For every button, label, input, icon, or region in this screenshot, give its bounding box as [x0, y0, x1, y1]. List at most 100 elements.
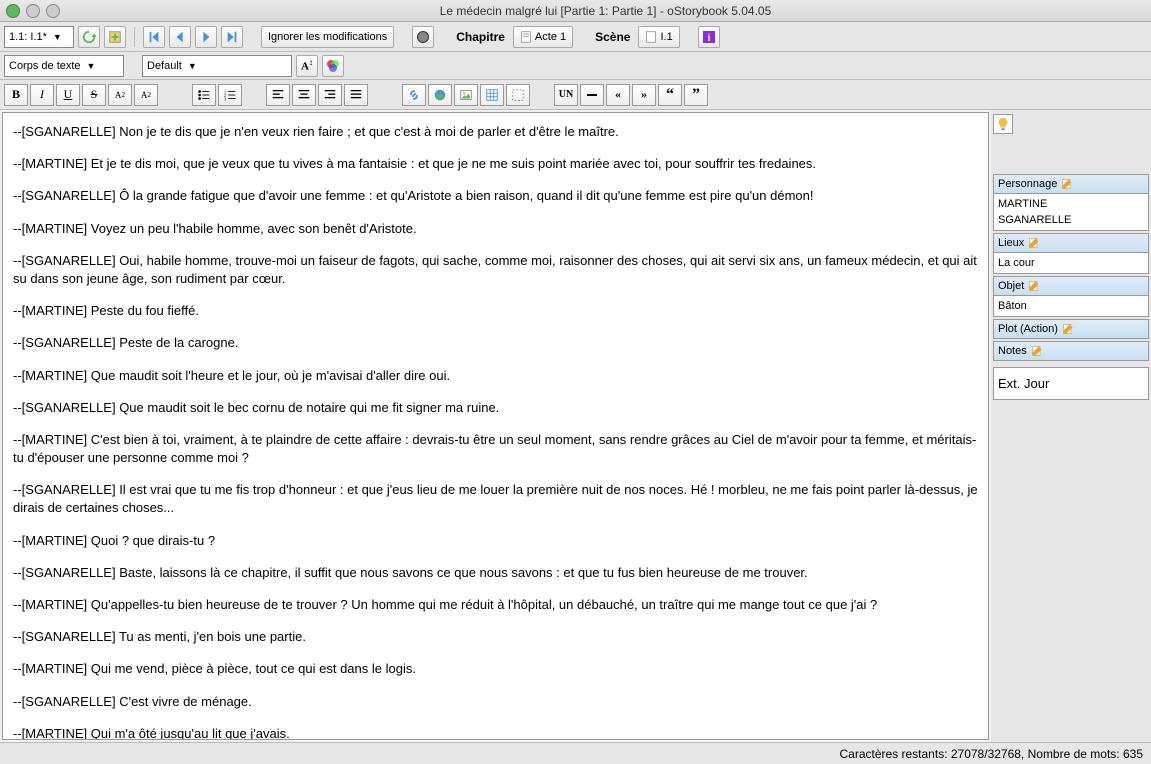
paragraph-style-value: Corps de texte — [9, 60, 81, 72]
lieux-label: Lieux — [998, 237, 1024, 249]
personnage-item[interactable]: MARTINE — [998, 196, 1144, 212]
maximize-window-icon[interactable] — [26, 4, 40, 18]
notes-label: Notes — [998, 345, 1027, 357]
chapter-label: Chapitre — [456, 30, 505, 44]
align-left-button[interactable] — [266, 84, 290, 106]
nav-prev-button[interactable] — [169, 26, 191, 48]
chevron-down-icon: ▼ — [188, 61, 197, 71]
info-button[interactable]: i — [698, 26, 720, 48]
window-title: Le médecin malgré lui [Partie 1: Partie … — [66, 4, 1145, 18]
globe-button[interactable] — [412, 26, 434, 48]
quote-open-double-button[interactable]: « — [606, 84, 630, 106]
text-editor[interactable]: --[SGANARELLE] Non je te dis que je n'en… — [3, 113, 988, 739]
un-button[interactable]: UN — [554, 84, 578, 106]
chevron-down-icon: ▼ — [53, 32, 62, 42]
font-combo[interactable]: Default ▼ — [142, 55, 292, 77]
font-size-button[interactable]: A↕ — [296, 55, 318, 77]
scene-selector[interactable]: 1.1: I.1* ▼ — [4, 26, 74, 48]
sidebar: Personnage MARTINE SGANARELLE Lieux La c… — [991, 110, 1151, 742]
chevron-down-icon: ▼ — [87, 61, 96, 71]
plot-header[interactable]: Plot (Action) — [993, 319, 1149, 339]
editor-line: --[SGANARELLE] Ô la grande fatigue que d… — [13, 187, 978, 205]
svg-text:3: 3 — [224, 96, 227, 101]
strikethrough-button[interactable]: S — [82, 84, 106, 106]
bold-button[interactable]: B — [4, 84, 28, 106]
lieux-body: La cour — [993, 253, 1149, 274]
chapter-value: Acte 1 — [535, 31, 566, 43]
minimize-window-icon[interactable] — [46, 4, 60, 18]
editor-line: --[MARTINE] Que maudit soit l'heure et l… — [13, 367, 978, 385]
scene-selector-value: 1.1: I.1* — [9, 31, 47, 43]
ignore-modifications-button[interactable]: Ignorer les modifications — [261, 26, 394, 48]
nav-next-button[interactable] — [195, 26, 217, 48]
personnage-header[interactable]: Personnage — [993, 174, 1149, 194]
scene-label: Scène — [595, 30, 630, 44]
italic-button[interactable]: I — [30, 84, 54, 106]
link-button[interactable] — [402, 84, 426, 106]
personnage-item[interactable]: SGANARELLE — [998, 212, 1144, 228]
format-toolbar-2: B I U S A2 A2 123 UN « » “ ” — [0, 80, 1151, 110]
objet-label: Objet — [998, 280, 1024, 292]
editor-line: --[MARTINE] Peste du fou fieffé. — [13, 302, 978, 320]
subscript-button[interactable]: A2 — [108, 84, 132, 106]
align-right-button[interactable] — [318, 84, 342, 106]
editor-line: --[SGANARELLE] Que maudit soit le bec co… — [13, 399, 978, 417]
editor-line: --[SGANARELLE] C'est vivre de ménage. — [13, 693, 978, 711]
personnage-body: MARTINE SGANARELLE — [993, 194, 1149, 231]
ext-value: Ext. Jour — [998, 374, 1144, 393]
idea-button[interactable] — [993, 114, 1013, 134]
ext-panel: Ext. Jour — [993, 367, 1149, 400]
titlebar: Le médecin malgré lui [Partie 1: Partie … — [0, 0, 1151, 22]
editor-line: --[MARTINE] C'est bien à toi, vraiment, … — [13, 431, 978, 467]
editor-line: --[SGANARELLE] Tu as menti, j'en bois un… — [13, 628, 978, 646]
ignore-modifications-label: Ignorer les modifications — [268, 31, 387, 43]
align-justify-button[interactable] — [344, 84, 368, 106]
editor-wrap: --[SGANARELLE] Non je te dis que je n'en… — [2, 112, 989, 740]
ordered-list-button[interactable]: 123 — [218, 84, 242, 106]
lieux-header[interactable]: Lieux — [993, 233, 1149, 253]
svg-text:i: i — [707, 33, 710, 44]
status-text: Caractères restants: 27078/32768, Nombre… — [839, 747, 1143, 761]
hr-button[interactable] — [580, 84, 604, 106]
unordered-list-button[interactable] — [192, 84, 216, 106]
editor-line: --[SGANARELLE] Oui, habile homme, trouve… — [13, 252, 978, 288]
add-button[interactable] — [104, 26, 126, 48]
editor-line: --[SGANARELLE] Baste, laissons là ce cha… — [13, 564, 978, 582]
quote-close-button[interactable]: ” — [684, 84, 708, 106]
table-button[interactable] — [480, 84, 504, 106]
editor-line: --[SGANARELLE] Il est vrai que tu me fis… — [13, 481, 978, 517]
font-value: Default — [147, 60, 182, 72]
lieux-item[interactable]: La cour — [998, 255, 1144, 271]
objet-item[interactable]: Bâton — [998, 298, 1144, 314]
quote-close-double-button[interactable]: » — [632, 84, 656, 106]
status-bar: Caractères restants: 27078/32768, Nombre… — [0, 742, 1151, 764]
notes-header[interactable]: Notes — [993, 341, 1149, 361]
superscript-button[interactable]: A2 — [134, 84, 158, 106]
paragraph-style-combo[interactable]: Corps de texte ▼ — [4, 55, 124, 77]
image-globe-button[interactable] — [428, 84, 452, 106]
scene-button[interactable]: I.1 — [638, 26, 679, 48]
align-center-button[interactable] — [292, 84, 316, 106]
format-toolbar-1: Corps de texte ▼ Default ▼ A↕ — [0, 52, 1151, 80]
objet-header[interactable]: Objet — [993, 276, 1149, 296]
underline-button[interactable]: U — [56, 84, 80, 106]
editor-line: --[SGANARELLE] Non je te dis que je n'en… — [13, 123, 978, 141]
editor-line: --[MARTINE] Qui m'a ôté jusqu'au lit que… — [13, 725, 978, 739]
color-button[interactable] — [322, 55, 344, 77]
nav-first-button[interactable] — [143, 26, 165, 48]
editor-line: --[MARTINE] Voyez un peu l'habile homme,… — [13, 220, 978, 238]
editor-line: --[MARTINE] Qu'appelles-tu bien heureuse… — [13, 596, 978, 614]
refresh-button[interactable] — [78, 26, 100, 48]
special-block-button[interactable] — [506, 84, 530, 106]
chapter-button[interactable]: Acte 1 — [513, 26, 573, 48]
image-button[interactable] — [454, 84, 478, 106]
main-area: --[SGANARELLE] Non je te dis que je n'en… — [0, 110, 1151, 742]
nav-last-button[interactable] — [221, 26, 243, 48]
editor-line: --[MARTINE] Qui me vend, pièce à pièce, … — [13, 660, 978, 678]
scene-value: I.1 — [660, 31, 672, 43]
close-window-icon[interactable] — [6, 4, 20, 18]
editor-line: --[MARTINE] Et je te dis moi, que je veu… — [13, 155, 978, 173]
quote-open-button[interactable]: “ — [658, 84, 682, 106]
main-toolbar: 1.1: I.1* ▼ Ignorer les modifications Ch… — [0, 22, 1151, 52]
personnage-label: Personnage — [998, 178, 1057, 190]
